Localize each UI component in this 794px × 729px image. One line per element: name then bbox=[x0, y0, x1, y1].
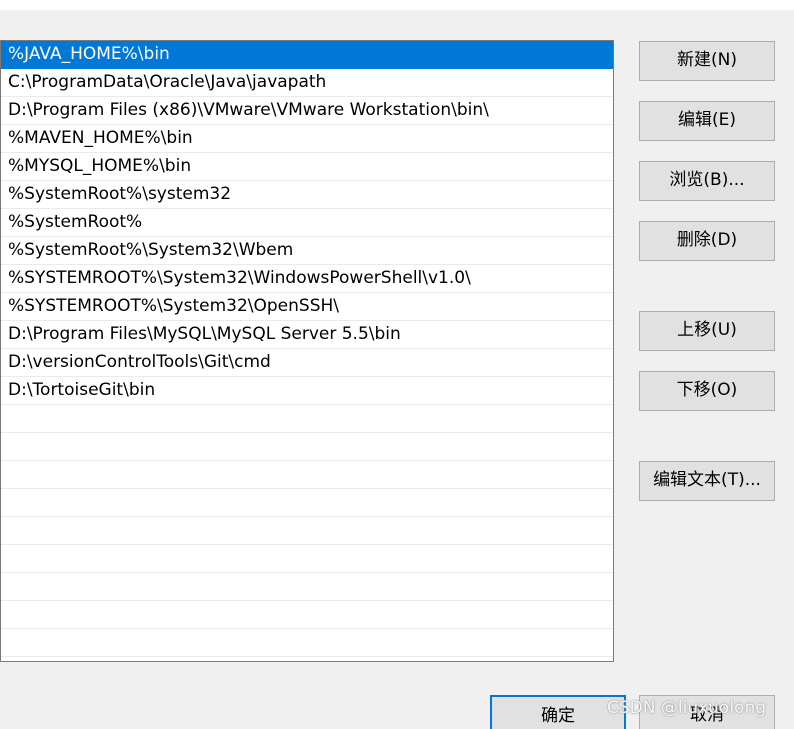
empty-list-row bbox=[1, 433, 613, 461]
path-list[interactable]: %JAVA_HOME%\bin C:\ProgramData\Oracle\Ja… bbox=[0, 40, 614, 662]
move-up-button[interactable]: 上移(U) bbox=[639, 311, 775, 351]
edit-text-button[interactable]: 编辑文本(T)... bbox=[639, 461, 775, 501]
empty-list-row bbox=[1, 573, 613, 601]
list-item[interactable]: %MAVEN_HOME%\bin bbox=[1, 125, 613, 153]
list-item[interactable]: %JAVA_HOME%\bin bbox=[1, 41, 613, 69]
list-item[interactable]: D:\Program Files\MySQL\MySQL Server 5.5\… bbox=[1, 321, 613, 349]
move-down-button[interactable]: 下移(O) bbox=[639, 371, 775, 411]
list-item[interactable]: D:\Program Files (x86)\VMware\VMware Wor… bbox=[1, 97, 613, 125]
list-item[interactable]: %MYSQL_HOME%\bin bbox=[1, 153, 613, 181]
list-item[interactable]: %SYSTEMROOT%\System32\WindowsPowerShell\… bbox=[1, 265, 613, 293]
empty-list-row bbox=[1, 489, 613, 517]
list-item[interactable]: C:\ProgramData\Oracle\Java\javapath bbox=[1, 69, 613, 97]
empty-list-row bbox=[1, 629, 613, 657]
empty-list-row bbox=[1, 545, 613, 573]
empty-list-row bbox=[1, 461, 613, 489]
delete-button[interactable]: 删除(D) bbox=[639, 221, 775, 261]
list-item[interactable]: D:\TortoiseGit\bin bbox=[1, 377, 613, 405]
list-item[interactable]: %SystemRoot% bbox=[1, 209, 613, 237]
list-item[interactable]: %SystemRoot%\System32\Wbem bbox=[1, 237, 613, 265]
empty-list-row bbox=[1, 405, 613, 433]
list-item[interactable]: %SYSTEMROOT%\System32\OpenSSH\ bbox=[1, 293, 613, 321]
list-item[interactable]: %SystemRoot%\system32 bbox=[1, 181, 613, 209]
empty-list-row bbox=[1, 517, 613, 545]
ok-button[interactable]: 确定 bbox=[490, 695, 626, 729]
empty-list-row bbox=[1, 601, 613, 629]
new-button[interactable]: 新建(N) bbox=[639, 41, 775, 81]
browse-button[interactable]: 浏览(B)... bbox=[639, 161, 775, 201]
watermark: CSDN @liuxuolong bbox=[607, 698, 767, 718]
list-item[interactable]: D:\versionControlTools\Git\cmd bbox=[1, 349, 613, 377]
edit-button[interactable]: 编辑(E) bbox=[639, 101, 775, 141]
